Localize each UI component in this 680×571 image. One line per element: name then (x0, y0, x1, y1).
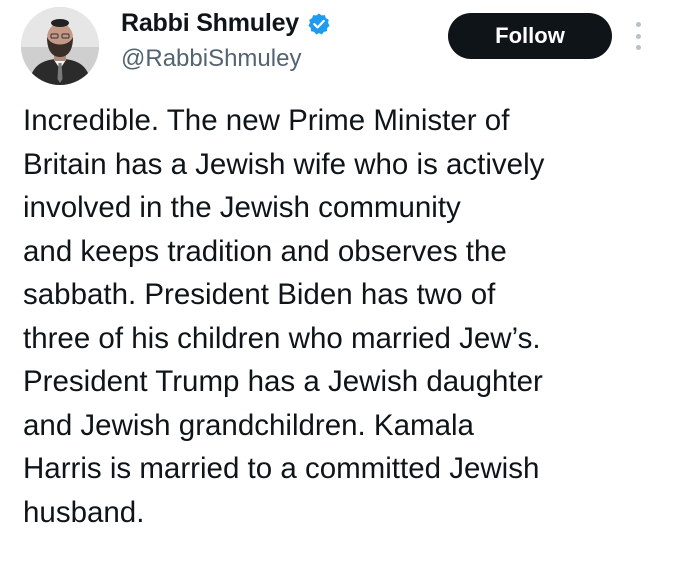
tweet-text-line: three of his children who married Jew’s. (23, 321, 541, 355)
tweet-text-line: President Trump has a Jewish daughter (23, 365, 543, 398)
dot-icon (635, 33, 641, 39)
author-handle[interactable]: @RabbiShmuley (121, 45, 301, 73)
author-display-name[interactable]: Rabbi Shmuley (121, 9, 299, 38)
tweet-text-line: Harris is married to a committed Jewish (23, 452, 540, 485)
profile-photo-icon (21, 7, 99, 85)
vertical-ellipsis-icon[interactable] (632, 22, 644, 50)
tweet-text-line: husband. (23, 495, 145, 529)
tweet-text-line: and Jewish grandchildren. Kamala (23, 408, 474, 442)
avatar[interactable] (21, 7, 99, 85)
tweet-text-line: and keeps tradition and observes the (23, 234, 507, 268)
verified-badge-icon[interactable] (307, 12, 331, 36)
tweet-text-line: sabbath. President Biden has two of (23, 278, 496, 311)
tweet-card: Rabbi Shmuley @RabbiShmuley Follow Incre… (0, 0, 680, 571)
dot-icon (635, 45, 641, 50)
tweet-text-line: Incredible. The new Prime Minister of (23, 104, 510, 137)
follow-button[interactable]: Follow (448, 13, 612, 59)
tweet-text: Incredible. The new Prime Minister of Br… (23, 99, 668, 534)
tweet-text-line: involved in the Jewish community (23, 191, 461, 224)
tweet-text-line: Britain has a Jewish wife who is activel… (23, 147, 545, 181)
author-name-row: Rabbi Shmuley (121, 9, 331, 38)
dot-icon (635, 22, 641, 27)
